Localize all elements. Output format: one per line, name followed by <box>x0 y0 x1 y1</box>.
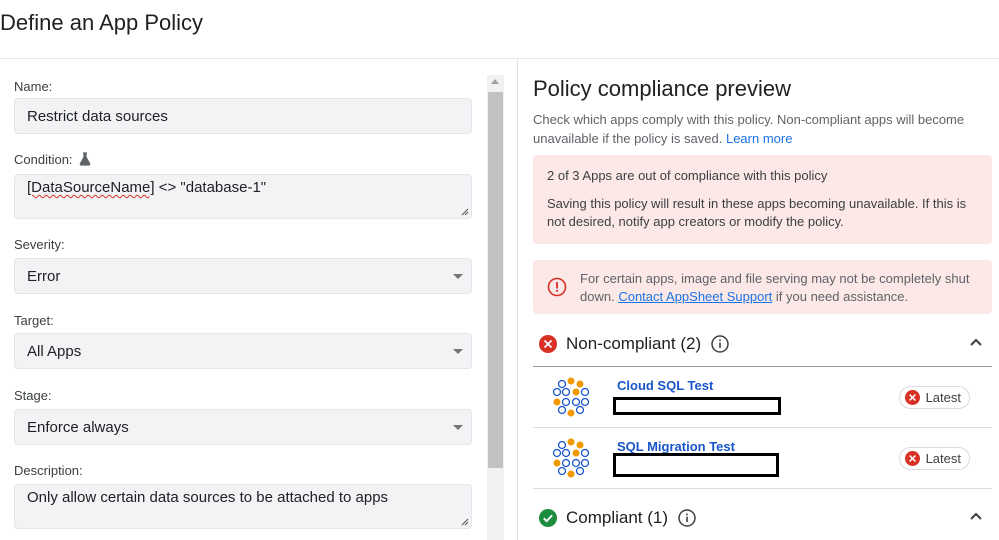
name-value: Restrict data sources <box>27 107 168 125</box>
app-row[interactable]: Cloud SQL Test Latest <box>533 367 992 427</box>
resize-handle-icon[interactable] <box>461 518 469 526</box>
severity-select[interactable]: Error <box>14 258 472 294</box>
compliant-section-header[interactable]: Compliant (1) <box>533 498 992 538</box>
contact-support-link[interactable]: Contact AppSheet Support <box>618 289 772 304</box>
name-label: Name: <box>14 79 53 94</box>
target-select[interactable]: All Apps <box>14 333 472 369</box>
error-outline-icon <box>547 277 567 297</box>
app-logo-icon <box>552 438 590 478</box>
scroll-thumb[interactable] <box>488 92 503 468</box>
app-row[interactable]: SQL Migration Test Latest <box>533 428 992 488</box>
preview-description: Check which apps comply with this policy… <box>533 110 983 148</box>
serving-warning: For certain apps, image and file serving… <box>533 260 992 314</box>
chevron-up-icon[interactable] <box>970 338 982 346</box>
warning-suffix: if you need assistance. <box>772 289 909 304</box>
page-title: Define an App Policy <box>0 10 204 35</box>
name-input[interactable]: Restrict data sources <box>14 98 472 134</box>
description-label: Description: <box>14 463 83 478</box>
description-value: Only allow certain data sources to be at… <box>27 489 389 506</box>
latest-version-chip[interactable]: Latest <box>898 386 970 409</box>
row-divider <box>533 488 992 489</box>
chevron-up-icon[interactable] <box>970 512 982 520</box>
app-name[interactable]: Cloud SQL Test <box>617 378 713 393</box>
severity-label: Severity: <box>14 237 65 252</box>
condition-value: [DataSourceName] <> "database-1" <box>27 179 266 196</box>
alert-body: Saving this policy will result in these … <box>547 196 967 229</box>
stage-select[interactable]: Enforce always <box>14 409 472 445</box>
learn-more-link[interactable]: Learn more <box>726 131 792 146</box>
error-filled-icon <box>539 335 557 353</box>
error-filled-icon <box>904 390 920 405</box>
compliant-label: Compliant (1) <box>566 508 669 527</box>
app-logo-icon <box>552 377 590 417</box>
alert-title: 2 of 3 Apps are out of compliance with t… <box>547 168 828 183</box>
check-circle-icon <box>539 509 557 527</box>
noncompliant-label: Non-compliant (2) <box>566 334 702 353</box>
flask-icon[interactable] <box>79 152 91 166</box>
stage-label: Stage: <box>14 388 52 403</box>
latest-label: Latest <box>925 451 961 466</box>
resize-handle-icon[interactable] <box>461 208 469 216</box>
policy-form-panel: Name: Restrict data sources Condition: [… <box>0 59 518 540</box>
condition-operator: <> "database-1" <box>154 179 267 196</box>
target-value: All Apps <box>27 342 82 360</box>
description-input[interactable]: Only allow certain data sources to be at… <box>14 484 472 529</box>
latest-version-chip[interactable]: Latest <box>898 447 970 470</box>
info-icon[interactable] <box>711 335 729 353</box>
preview-title: Policy compliance preview <box>533 76 791 101</box>
condition-label: Condition: <box>14 152 91 167</box>
form-scrollbar[interactable] <box>487 75 504 540</box>
condition-misspelled-token: [DataSourceName] <box>27 179 155 196</box>
stage-value: Enforce always <box>27 418 129 436</box>
error-filled-icon <box>904 451 920 466</box>
redacted-bar <box>613 453 779 477</box>
condition-input[interactable]: [DataSourceName] <> "database-1" <box>14 174 472 219</box>
condition-label-text: Condition: <box>14 152 73 167</box>
info-icon[interactable] <box>678 509 696 527</box>
noncompliant-section-header[interactable]: Non-compliant (2) <box>533 324 992 364</box>
severity-value: Error <box>27 267 61 285</box>
target-label: Target: <box>14 313 54 328</box>
latest-label: Latest <box>925 390 961 405</box>
redacted-bar <box>613 397 781 415</box>
app-name[interactable]: SQL Migration Test <box>617 439 735 454</box>
scroll-up-arrow[interactable] <box>491 79 499 84</box>
compliance-alert: 2 of 3 Apps are out of compliance with t… <box>533 155 992 244</box>
